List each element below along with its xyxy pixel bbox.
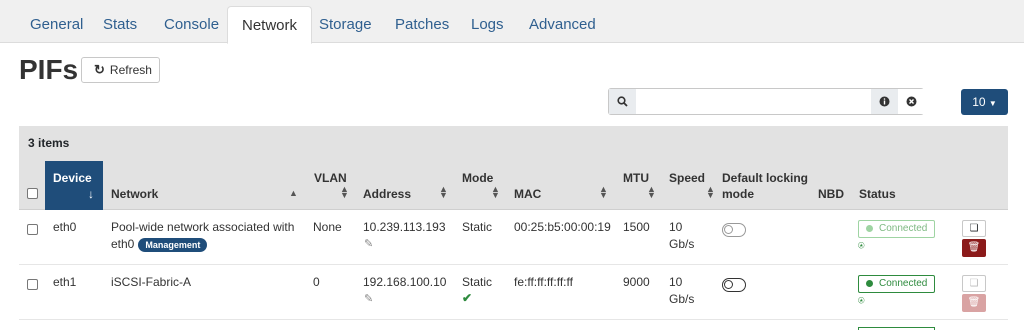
tab-patches[interactable]: Patches <box>381 6 463 43</box>
row-mode: Static <box>462 275 493 289</box>
status-badge: Connected <box>858 275 935 293</box>
default-locking-toggle[interactable] <box>722 278 746 292</box>
row-mac: fe:ff:ff:ff:ff:ff <box>514 275 573 289</box>
page-size-dropdown[interactable]: 10 ▼ <box>961 89 1008 115</box>
row-network-line2: eth0 <box>111 237 135 251</box>
copy-icon[interactable]: ❏ <box>962 275 986 292</box>
row-checkbox[interactable] <box>27 279 38 290</box>
column-network[interactable]: Network <box>111 187 158 201</box>
items-count: 3 items <box>19 126 1008 161</box>
edit-address-icon[interactable]: ✎ <box>364 237 373 250</box>
column-mode[interactable]: Mode <box>462 171 493 185</box>
refresh-label: Refresh <box>109 63 152 77</box>
column-default-locking: Default locking <box>722 171 809 185</box>
row-network: iSCSI-Fabric-A <box>111 275 192 289</box>
page-size-value: 10 <box>972 95 986 109</box>
tab-general[interactable]: General <box>16 6 97 43</box>
column-default-locking-mode: mode <box>722 187 755 201</box>
default-locking-toggle[interactable] <box>722 223 746 237</box>
status-dot-icon <box>866 280 873 287</box>
row-address: 10.239.113.193 <box>363 220 446 234</box>
table-row <box>19 320 1008 330</box>
edit-address-icon[interactable]: ✎ <box>364 292 373 305</box>
column-mac[interactable]: MAC <box>514 187 541 201</box>
network-tree-icon: ⍟ <box>858 295 865 307</box>
tab-network[interactable]: Network <box>227 6 313 44</box>
management-badge: Management <box>138 238 208 252</box>
column-device[interactable]: Device ↓ <box>45 161 103 210</box>
row-checkbox[interactable] <box>27 224 38 235</box>
network-tree-icon: ⍟ <box>858 240 865 252</box>
sort-address-icon[interactable]: ▲ ▼ <box>439 185 448 200</box>
sort-mtu-icon[interactable]: ▲ ▼ <box>647 185 656 200</box>
checkmark-icon: ✔ <box>462 291 473 305</box>
row-vlan: None <box>313 220 342 234</box>
clear-search-icon[interactable] <box>898 89 925 114</box>
sort-speed-icon[interactable]: ▲ ▼ <box>706 185 715 200</box>
refresh-button[interactable]: ↻ Refresh <box>81 57 160 83</box>
refresh-icon: ↻ <box>94 62 105 77</box>
tab-logs[interactable]: Logs <box>457 6 518 43</box>
row-speed: 10 <box>669 220 683 234</box>
row-speed-unit: Gb/s <box>669 237 695 251</box>
row-vlan: 0 <box>313 275 320 289</box>
tab-storage[interactable]: Storage <box>305 6 386 43</box>
sort-vlan-icon[interactable]: ▲ ▼ <box>340 185 349 200</box>
column-speed[interactable]: Speed <box>669 171 705 185</box>
info-icon[interactable] <box>871 89 898 114</box>
tab-advanced[interactable]: Advanced <box>515 6 610 43</box>
row-mac: 00:25:b5:00:00:19 <box>514 220 611 234</box>
table-header: Device ↓ Network ▲ VLAN ▲ ▼ Address ▲ ▼ Mo… <box>19 161 1008 210</box>
row-mtu: 1500 <box>623 220 650 234</box>
row-speed: 10 <box>669 275 683 289</box>
row-network-cont: eth0 Management <box>111 236 208 253</box>
delete-button[interactable]: 🗑 <box>962 294 986 312</box>
status-text: Connected <box>879 278 928 289</box>
row-mtu: 9000 <box>623 275 650 289</box>
table-row: eth0 Pool-wide network associated with e… <box>19 210 1008 265</box>
search-input[interactable] <box>637 89 873 114</box>
page-title: PIFs <box>19 54 79 85</box>
column-vlan[interactable]: VLAN <box>314 171 347 185</box>
pifs-table: 3 items Device ↓ Network ▲ VLAN ▲ ▼ Addre… <box>19 126 1008 330</box>
status-badge: Connected <box>858 220 935 238</box>
row-address: 192.168.100.10 <box>363 275 447 289</box>
sort-mac-icon[interactable]: ▲ ▼ <box>599 185 608 200</box>
search-icon <box>609 89 636 114</box>
column-mtu[interactable]: MTU <box>623 171 649 185</box>
tab-console[interactable]: Console <box>150 6 233 43</box>
delete-button[interactable]: 🗑 <box>962 239 986 257</box>
caret-down-icon: ▼ <box>988 99 997 108</box>
sort-mode-icon[interactable]: ▲ ▼ <box>491 185 500 200</box>
status-text: Connected <box>879 223 928 234</box>
table-row: eth1 iSCSI-Fabric-A 0 192.168.100.10 ✎ S… <box>19 265 1008 320</box>
sort-network-icon[interactable]: ▲ <box>289 188 298 198</box>
tab-bar: General Stats Console Network Storage Pa… <box>0 0 1024 44</box>
row-device: eth1 <box>53 275 77 289</box>
column-status: Status <box>859 187 896 201</box>
row-mode: Static <box>462 220 493 234</box>
column-address[interactable]: Address <box>363 187 411 201</box>
column-nbd: NBD <box>818 187 844 201</box>
column-device-label: Device <box>53 171 92 185</box>
copy-icon[interactable]: ❏ <box>962 220 986 237</box>
row-device: eth0 <box>53 220 77 234</box>
sort-desc-icon: ↓ <box>88 187 94 201</box>
select-all-checkbox[interactable] <box>27 188 38 199</box>
row-speed-unit: Gb/s <box>669 292 695 306</box>
tab-stats[interactable]: Stats <box>89 6 151 43</box>
search-box <box>608 88 925 115</box>
row-network: Pool-wide network associated with <box>111 220 295 234</box>
status-dot-icon <box>866 225 873 232</box>
